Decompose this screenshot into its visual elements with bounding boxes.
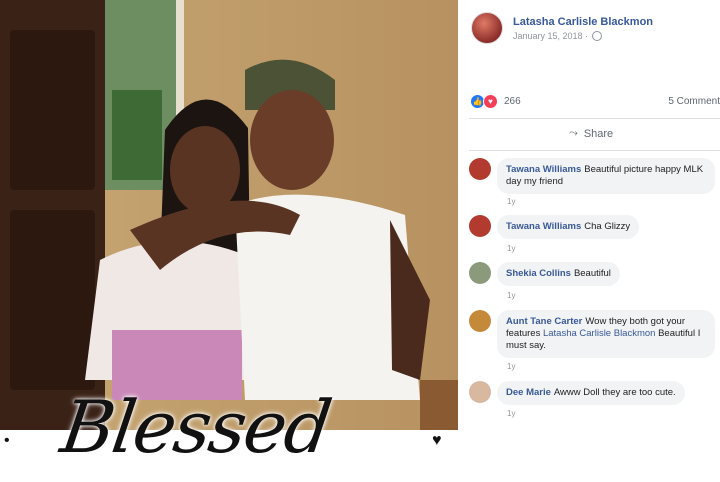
caption-bullet: • — [4, 432, 10, 449]
love-icon: ♥ — [483, 94, 498, 109]
comment-bubble: Aunt Tane Carter Wow they both got your f… — [497, 310, 715, 358]
post-date[interactable]: January 15, 2018 · — [513, 31, 588, 41]
comment-time[interactable]: 1y — [507, 409, 515, 418]
reaction-count: 266 — [504, 96, 521, 107]
post-stats: 👍 ♥ 266 5 Comment — [471, 94, 720, 109]
commenter-avatar[interactable] — [469, 215, 491, 237]
post-author: Latasha Carlisle Blackmon January 15, 20… — [471, 12, 653, 44]
divider — [469, 150, 720, 151]
comment: Dee Marie Awww Doll they are too cute. — [469, 381, 685, 405]
reactions[interactable]: 👍 ♥ 266 — [471, 94, 521, 109]
comment-time[interactable]: 1y — [507, 362, 515, 371]
commenter-avatar[interactable] — [469, 381, 491, 403]
commenter-name[interactable]: Aunt Tane Carter — [506, 316, 582, 327]
share-label: Share — [583, 127, 614, 140]
post-meta: January 15, 2018 · — [513, 30, 653, 41]
comment: Tawana Williams Beautiful picture happy M… — [469, 158, 715, 194]
comment-bubble: Dee Marie Awww Doll they are too cute. — [497, 381, 685, 405]
share-icon: ⤳ — [569, 127, 578, 139]
comments-count[interactable]: 5 Comment — [668, 96, 720, 107]
commenter-avatar[interactable] — [469, 310, 491, 332]
blessed-caption: Blessed — [56, 385, 336, 469]
divider — [469, 118, 720, 119]
comment-time[interactable]: 1y — [507, 244, 515, 253]
share-button[interactable]: ⤳ Share — [569, 127, 613, 140]
comment-bubble: Shekia Collins Beautiful — [497, 262, 620, 286]
comment-bubble: Tawana Williams Beautiful picture happy M… — [497, 158, 715, 194]
comment-time[interactable]: 1y — [507, 291, 515, 300]
comment: Aunt Tane Carter Wow they both got your f… — [469, 310, 715, 358]
facebook-post-panel: Latasha Carlisle Blackmon January 15, 20… — [459, 0, 720, 430]
comment-text: Cha Glizzy — [584, 221, 631, 232]
commenter-name[interactable]: Dee Marie — [506, 387, 551, 398]
author-avatar[interactable] — [471, 12, 503, 44]
comment-time[interactable]: 1y — [507, 197, 515, 206]
comment-text: Awww Doll they are too cute. — [553, 387, 676, 398]
mention-link[interactable]: Latasha Carlisle Blackmon — [543, 328, 655, 339]
globe-icon — [592, 30, 603, 41]
commenter-avatar[interactable] — [469, 262, 491, 284]
commenter-name[interactable]: Tawana Williams — [506, 221, 581, 232]
author-name[interactable]: Latasha Carlisle Blackmon — [513, 16, 653, 28]
comment: Shekia Collins Beautiful — [469, 262, 620, 286]
commenter-avatar[interactable] — [469, 158, 491, 180]
commenter-name[interactable]: Shekia Collins — [506, 268, 571, 279]
comment: Tawana Williams Cha Glizzy — [469, 215, 640, 239]
commenter-name[interactable]: Tawana Williams — [506, 164, 581, 175]
comment-text: Beautiful — [573, 268, 611, 279]
heart-icon: ♥ — [432, 432, 442, 449]
post-photo[interactable] — [0, 0, 458, 430]
photo-illustration — [0, 0, 458, 430]
comment-bubble: Tawana Williams Cha Glizzy — [497, 215, 640, 239]
